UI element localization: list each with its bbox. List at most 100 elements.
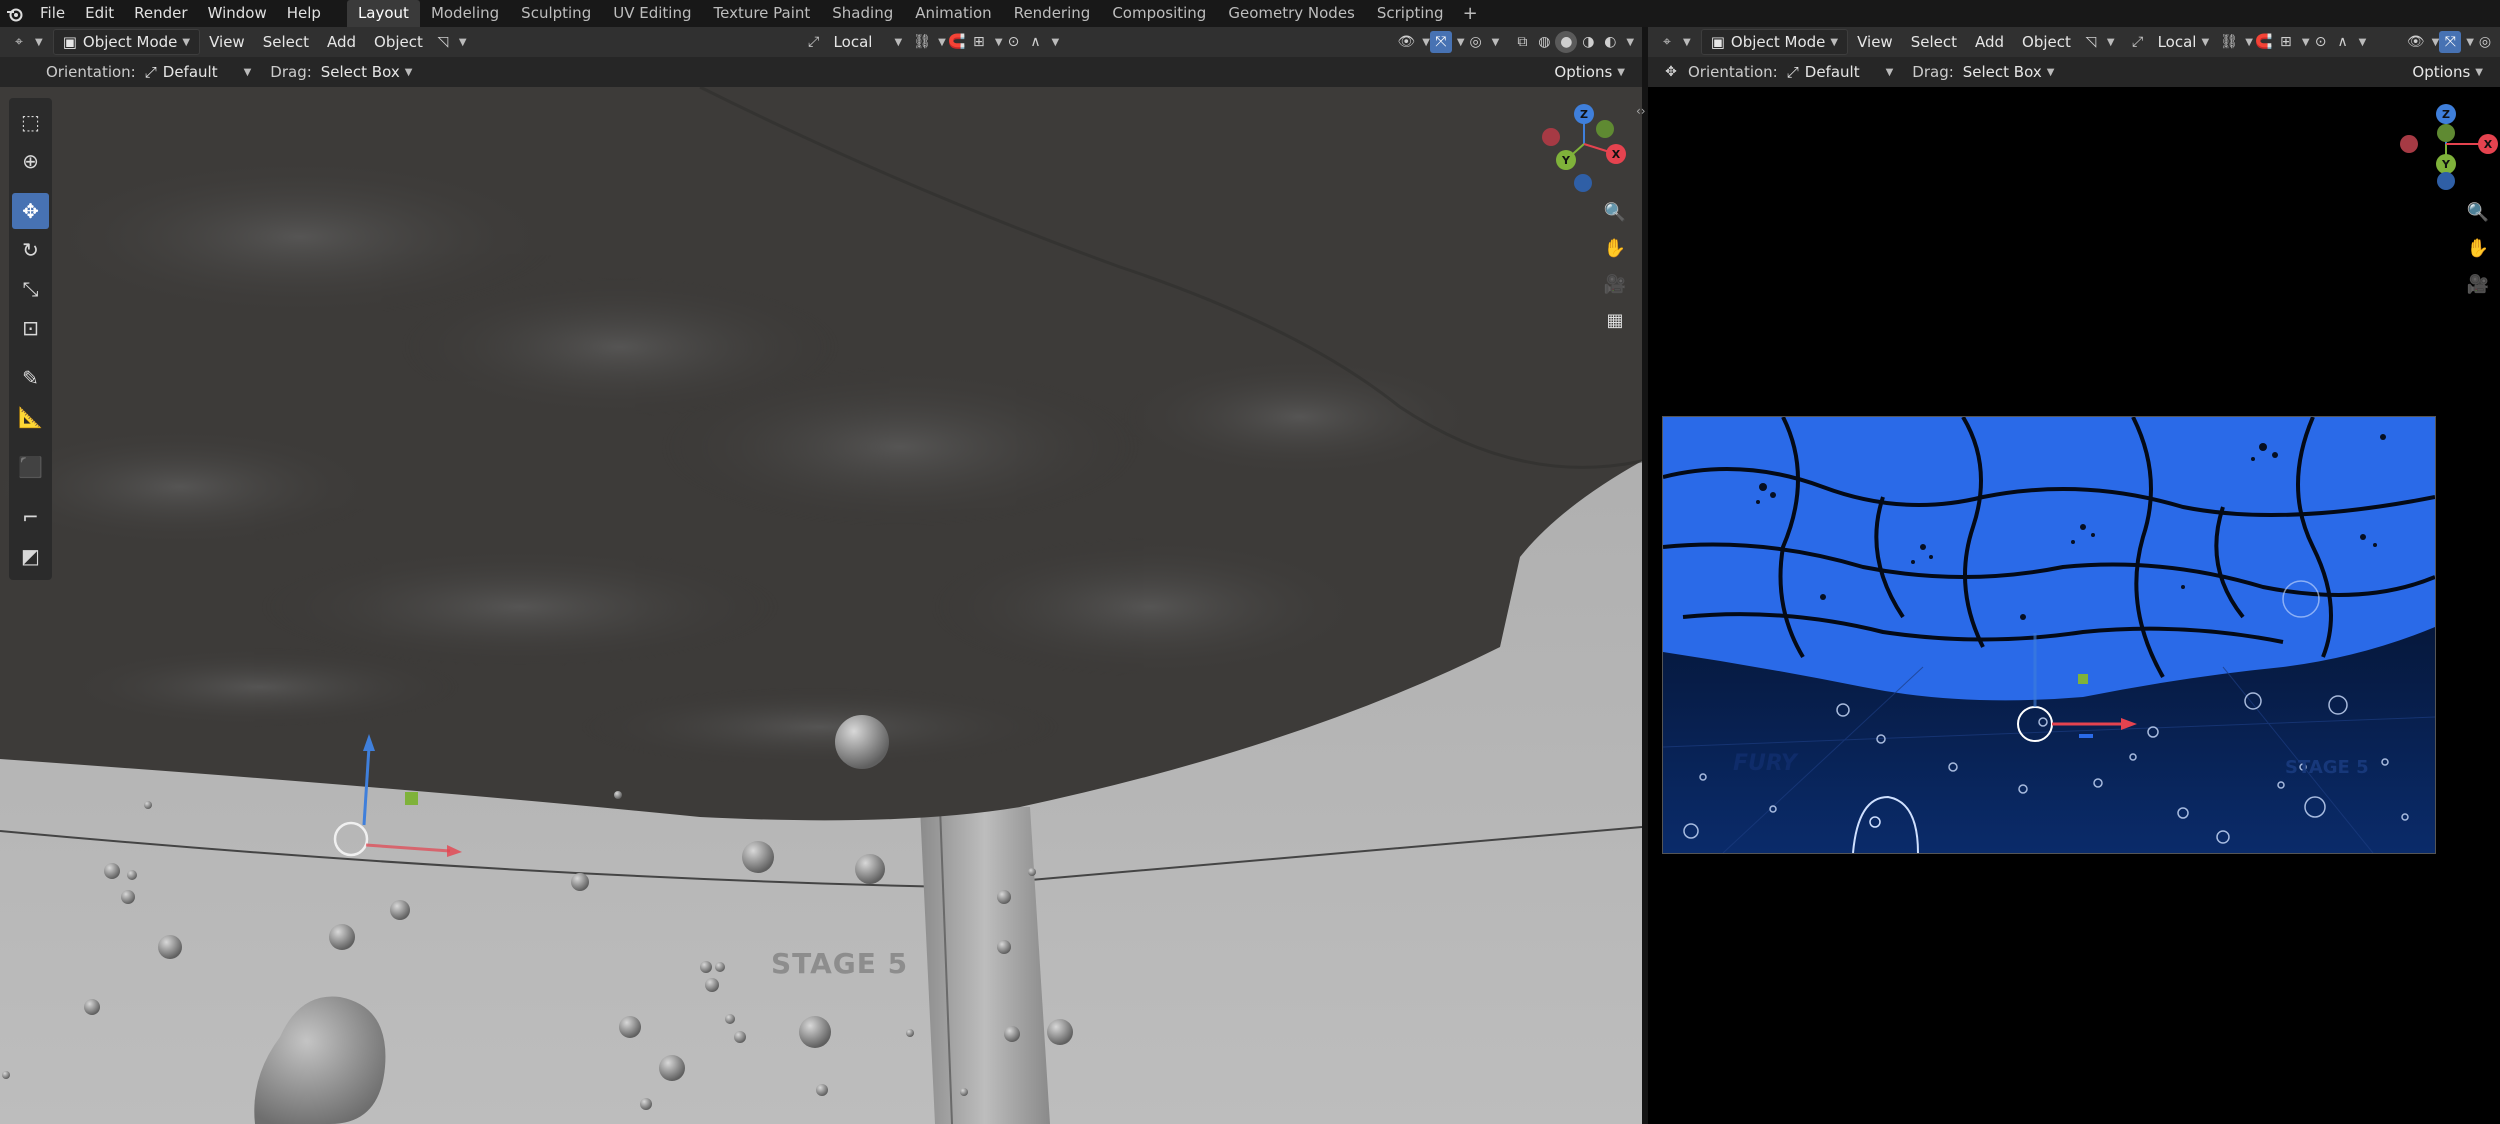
- axis-x-icon[interactable]: X: [2478, 134, 2498, 154]
- falloff-icon[interactable]: ∧: [2332, 31, 2354, 53]
- editor-type-icon[interactable]: ⌖: [8, 31, 30, 53]
- pan-hand-icon[interactable]: ✋: [1599, 232, 1631, 264]
- snap-toggle-icon[interactable]: 🧲: [2253, 31, 2275, 53]
- menu-object[interactable]: Object: [365, 30, 432, 54]
- menu-file[interactable]: File: [30, 0, 75, 27]
- axis-y-icon[interactable]: Y: [1556, 150, 1576, 170]
- scale-tool-icon[interactable]: ⤡: [12, 271, 49, 307]
- menu-select[interactable]: Select: [254, 30, 318, 54]
- menu-object[interactable]: Object: [2013, 30, 2080, 54]
- left-3d-viewport[interactable]: STAGE 5: [0, 87, 1642, 1124]
- axis-x-icon[interactable]: X: [1606, 144, 1626, 164]
- menu-add[interactable]: Add: [1966, 30, 2013, 54]
- tab-scripting[interactable]: Scripting: [1366, 0, 1455, 27]
- left-viewport-header: ⌖ ▼ ▣ Object Mode ▼ View Select Add Object …: [0, 27, 1642, 57]
- solid-shading-icon[interactable]: ●: [1555, 31, 1578, 53]
- move-tool-icon[interactable]: ✥: [12, 193, 49, 229]
- transform-orientation-dropdown[interactable]: Local ▼: [825, 30, 912, 54]
- overlays-icon[interactable]: ◎: [2474, 31, 2496, 53]
- xray-toggle-icon[interactable]: ⧉: [1511, 31, 1533, 53]
- overlays-icon[interactable]: ◎: [1465, 31, 1487, 53]
- visibility-icon[interactable]: 👁: [1395, 31, 1417, 53]
- axis-neg-x-icon[interactable]: [2400, 135, 2418, 153]
- cube-icon: ▣: [1710, 33, 1725, 51]
- axis-y-icon[interactable]: Y: [2436, 154, 2456, 174]
- options-dropdown[interactable]: Options ▼: [2403, 60, 2492, 84]
- axis-neg-z-icon[interactable]: [2437, 172, 2455, 190]
- menu-window[interactable]: Window: [198, 0, 277, 27]
- object-mode-dropdown[interactable]: ▣ Object Mode ▼: [1700, 29, 1849, 55]
- select-box-tool-icon[interactable]: ⬚: [12, 104, 49, 140]
- axis-neg-x-icon[interactable]: [1542, 128, 1560, 146]
- navigation-gizmo-right[interactable]: Z Y X: [2400, 98, 2500, 190]
- transform-orientation-dropdown[interactable]: Local ▼: [2149, 30, 2219, 54]
- zoom-icon[interactable]: 🔍: [2462, 196, 2494, 228]
- object-mode-dropdown[interactable]: ▣ Object Mode ▼: [52, 29, 201, 55]
- menu-view[interactable]: View: [1848, 30, 1902, 54]
- annotate-tool-icon[interactable]: ✎: [12, 360, 49, 396]
- menu-edit[interactable]: Edit: [75, 0, 124, 27]
- axis-neg-y-icon[interactable]: [2437, 124, 2455, 142]
- snap-toggle-icon[interactable]: 🧲: [946, 31, 968, 53]
- blender-logo-icon[interactable]: [0, 0, 30, 27]
- navigation-gizmo[interactable]: Z Y X: [1538, 98, 1630, 192]
- measure-tool-icon[interactable]: 📐: [12, 399, 49, 435]
- zoom-icon[interactable]: 🔍: [1599, 196, 1631, 228]
- tab-geometry-nodes[interactable]: Geometry Nodes: [1217, 0, 1366, 27]
- tab-shading[interactable]: Shading: [821, 0, 904, 27]
- proportional-edit-icon[interactable]: ⊙: [1003, 31, 1025, 53]
- cursor-tool-icon[interactable]: ⊕: [12, 143, 49, 179]
- rotate-tool-icon[interactable]: ↻: [12, 232, 49, 268]
- snap-target-icon[interactable]: ⊞: [968, 31, 990, 53]
- pan-hand-icon[interactable]: ✋: [2462, 232, 2494, 264]
- wireframe-shading-icon[interactable]: ◍: [1533, 31, 1555, 53]
- tab-rendering[interactable]: Rendering: [1003, 0, 1102, 27]
- pivot-point-icon[interactable]: ⛓: [2218, 31, 2240, 53]
- shrink-fatten-tool-icon[interactable]: ◩: [12, 538, 49, 574]
- tab-animation[interactable]: Animation: [904, 0, 1002, 27]
- tab-compositing[interactable]: Compositing: [1101, 0, 1217, 27]
- menu-render[interactable]: Render: [124, 0, 197, 27]
- tab-modeling[interactable]: Modeling: [420, 0, 510, 27]
- visibility-icon[interactable]: 👁: [2405, 31, 2427, 53]
- snap-target-icon[interactable]: ⊞: [2275, 31, 2297, 53]
- axis-z-icon[interactable]: Z: [1574, 104, 1594, 124]
- camera-view-icon[interactable]: 🎥: [1599, 268, 1631, 300]
- chevron-down-icon: ▼: [243, 66, 252, 78]
- perspective-grid-icon[interactable]: ▦: [1599, 304, 1631, 336]
- options-dropdown[interactable]: Options ▼: [1545, 60, 1634, 84]
- tab-sculpting[interactable]: Sculpting: [510, 0, 602, 27]
- menu-help[interactable]: Help: [277, 0, 331, 27]
- chevron-down-icon: ▼: [2201, 36, 2210, 48]
- chevron-down-icon: ▼: [35, 36, 43, 48]
- drag-dropdown[interactable]: Select Box ▼: [1954, 60, 2064, 84]
- axis-z-icon[interactable]: Z: [2436, 104, 2456, 124]
- add-workspace-button[interactable]: +: [1455, 3, 1486, 24]
- menu-select[interactable]: Select: [1902, 30, 1966, 54]
- orientation-dropdown[interactable]: ⤢ Default ▼: [136, 60, 261, 84]
- gizmo-toggle-icon[interactable]: ⤧: [2439, 31, 2462, 53]
- camera-view-icon[interactable]: 🎥: [2462, 268, 2494, 300]
- gpencil-icon[interactable]: ◹: [432, 31, 454, 53]
- menu-view[interactable]: View: [200, 30, 254, 54]
- pivot-point-icon[interactable]: ⛓: [911, 31, 933, 53]
- orientation-dropdown[interactable]: ⤢ Default ▼: [1778, 60, 1903, 84]
- editor-type-icon[interactable]: ⌖: [1656, 31, 1678, 53]
- tab-texture-paint[interactable]: Texture Paint: [702, 0, 821, 27]
- axis-neg-y-icon[interactable]: [1596, 120, 1614, 138]
- axis-neg-z-icon[interactable]: [1574, 174, 1592, 192]
- tab-layout[interactable]: Layout: [346, 0, 420, 27]
- gizmo-toggle-icon[interactable]: ⤧: [1429, 31, 1452, 53]
- transform-tool-icon[interactable]: ⊡: [12, 310, 49, 346]
- shear-tool-icon[interactable]: ⌐: [12, 499, 49, 535]
- gpencil-icon[interactable]: ◹: [2080, 31, 2102, 53]
- tab-uv-editing[interactable]: UV Editing: [602, 0, 702, 27]
- falloff-icon[interactable]: ∧: [1025, 31, 1047, 53]
- drag-dropdown[interactable]: Select Box ▼: [312, 60, 422, 84]
- material-shading-icon[interactable]: ◑: [1577, 31, 1599, 53]
- collapse-arrow-icon[interactable]: ‹›: [1636, 104, 1646, 118]
- menu-add[interactable]: Add: [318, 30, 365, 54]
- rendered-shading-icon[interactable]: ◐: [1599, 31, 1621, 53]
- proportional-edit-icon[interactable]: ⊙: [2310, 31, 2332, 53]
- add-cube-tool-icon[interactable]: ⬛: [12, 449, 49, 485]
